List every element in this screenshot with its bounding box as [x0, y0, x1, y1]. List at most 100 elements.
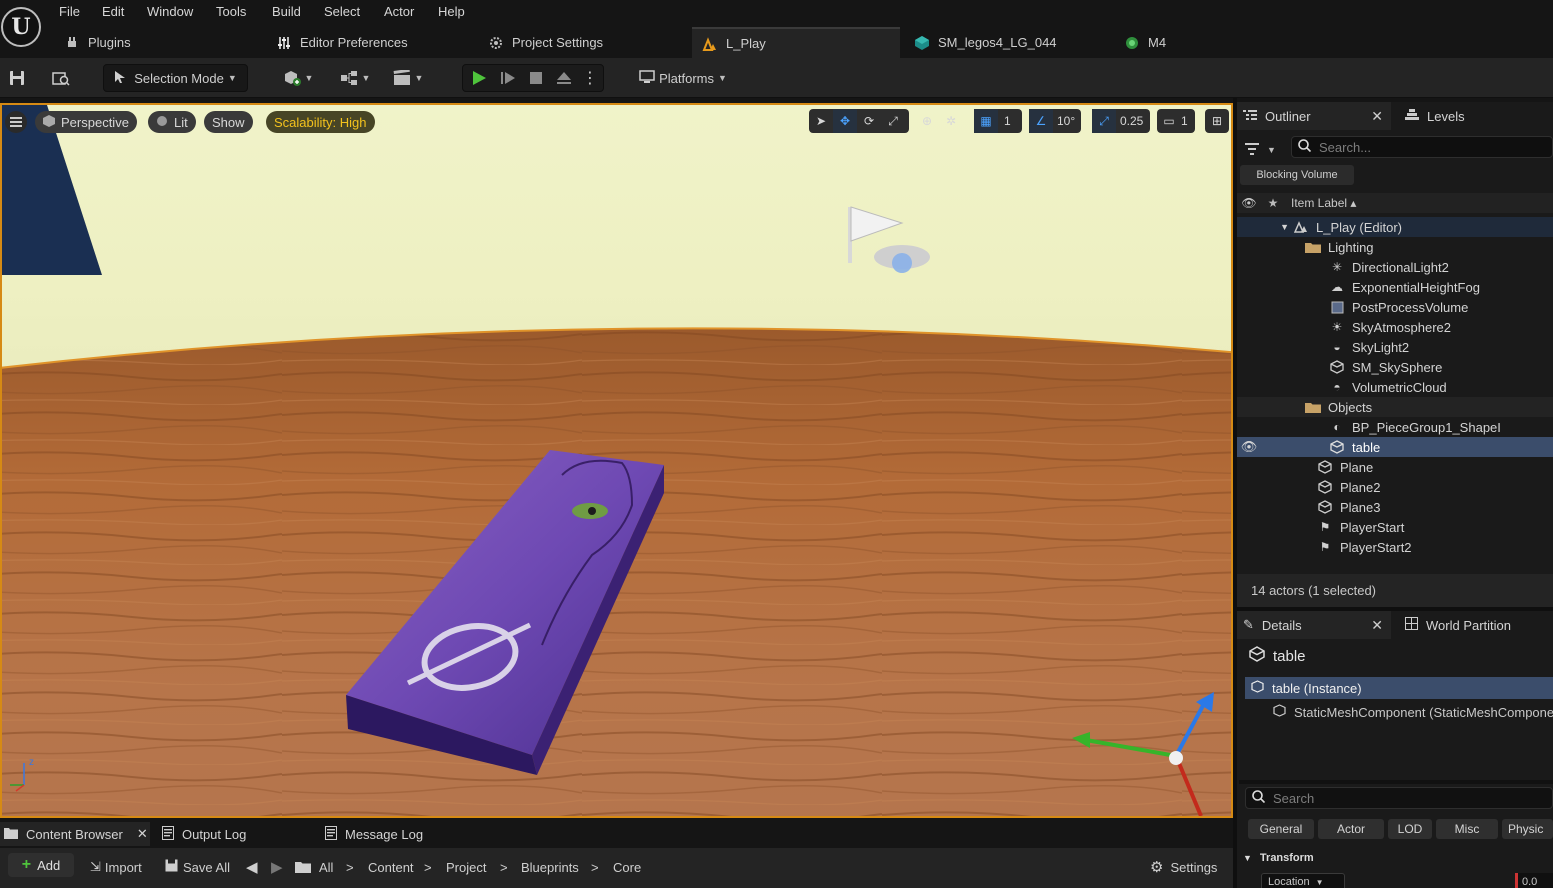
component-row-instance[interactable]: table (Instance) [1245, 677, 1553, 699]
filter-general[interactable]: General [1248, 819, 1314, 839]
menu-select[interactable]: Select [324, 4, 360, 19]
breadcrumb-blueprints[interactable]: Blueprints [521, 856, 579, 878]
menu-edit[interactable]: Edit [102, 4, 124, 19]
menu-build[interactable]: Build [272, 4, 301, 19]
tab-world-partition[interactable]: World Partition [1399, 611, 1553, 639]
outliner-search-input[interactable]: Search... [1291, 136, 1553, 158]
tab-details[interactable]: ✎ Details ✕ [1237, 611, 1391, 639]
save-all-button[interactable]: Save All [165, 856, 230, 878]
tab-sm-legos4[interactable]: SM_legos4_LG_044 [904, 27, 1112, 58]
pinned-column-icon[interactable]: ★ [1261, 196, 1285, 210]
actor-name[interactable]: table [1273, 648, 1306, 665]
translate-tool-icon[interactable]: ✥ [833, 109, 857, 133]
transform-section-header[interactable]: ▼ Transform [1237, 848, 1553, 868]
splitter[interactable] [1239, 780, 1553, 784]
unreal-logo-icon[interactable]: U [0, 4, 42, 50]
tab-content-browser[interactable]: Content Browser ✕ [0, 822, 150, 846]
more-options-icon[interactable]: ⋮ [578, 68, 602, 88]
tab-outliner[interactable]: Outliner ✕ [1237, 102, 1391, 130]
add-actor-button[interactable]: ▼ [278, 64, 318, 92]
tab-m4[interactable]: M4 [1114, 27, 1234, 58]
tree-row-lighting[interactable]: ▼ Lighting [1237, 237, 1553, 257]
filter-dropdown[interactable]: ▼ [1245, 139, 1285, 161]
visibility-column-icon[interactable]: 👁 [1237, 196, 1261, 210]
panel-splitter[interactable] [1233, 98, 1237, 888]
close-icon[interactable]: ✕ [1371, 108, 1383, 125]
close-icon[interactable]: ✕ [1371, 617, 1383, 634]
folder-icon[interactable] [295, 856, 311, 878]
tab-l-play[interactable]: L_Play [692, 27, 900, 58]
tree-row-skylight2[interactable]: ◒ SkyLight2 [1237, 337, 1553, 357]
breadcrumb-project[interactable]: Project [446, 856, 486, 878]
menu-file[interactable]: File [59, 4, 80, 19]
play-icon[interactable] [464, 70, 494, 86]
viewport-menu-icon[interactable] [5, 111, 27, 133]
level-viewport[interactable]: Perspective Lit Show Scalability: High ➤… [0, 103, 1233, 818]
tree-row-skyatmosphere2[interactable]: ☀ SkyAtmosphere2 [1237, 317, 1553, 337]
eye-icon[interactable]: 👁 [1237, 439, 1261, 455]
breadcrumb-core[interactable]: Core [613, 856, 641, 878]
tab-message-log[interactable]: Message Log [325, 822, 423, 846]
tree-row-volumetriccloud[interactable]: ◓ VolumetricCloud [1237, 377, 1553, 397]
blueprint-menu-button[interactable]: ▼ [335, 64, 375, 92]
surface-snap-icon[interactable]: ✲ [939, 109, 963, 133]
breadcrumb-all[interactable]: All [319, 856, 333, 878]
show-button[interactable]: Show [204, 111, 253, 133]
rotation-snap-toggle[interactable]: ∠ 10° [1029, 109, 1081, 133]
tab-editor-preferences[interactable]: Editor Preferences [266, 27, 476, 58]
cinematics-button[interactable]: ▼ [388, 64, 428, 92]
add-button[interactable]: + Add [8, 853, 74, 877]
tree-row-l-play[interactable]: ▼ L_Play (Editor) [1237, 217, 1553, 237]
tree-row-playerstart2[interactable]: ⚑ PlayerStart2 [1237, 537, 1553, 557]
camera-speed-button[interactable]: ▭ 1 [1157, 109, 1195, 133]
world-coords-icon[interactable]: ⊕ [915, 109, 939, 133]
table-mesh[interactable] [332, 445, 682, 785]
perspective-button[interactable]: Perspective [35, 111, 137, 133]
tab-plugins[interactable]: Plugins [54, 27, 254, 58]
details-search-input[interactable]: Search [1245, 787, 1553, 809]
rotate-tool-icon[interactable]: ⟳ [857, 109, 881, 133]
tree-row-playerstart[interactable]: ⚑ PlayerStart [1237, 517, 1553, 537]
tab-project-settings[interactable]: Project Settings [478, 27, 690, 58]
history-forward-icon[interactable]: ▶ [271, 856, 283, 878]
selection-mode-dropdown[interactable]: Selection Mode ▼ [103, 64, 248, 92]
menu-tools[interactable]: Tools [216, 4, 246, 19]
blocking-volume-filter-chip[interactable]: Blocking Volume [1240, 165, 1354, 185]
menu-help[interactable]: Help [438, 4, 465, 19]
tree-row-table[interactable]: 👁 table [1237, 437, 1553, 457]
select-tool-icon[interactable]: ➤ [809, 109, 833, 133]
stop-icon[interactable] [522, 71, 550, 85]
import-button[interactable]: ⇲ Import [90, 856, 142, 878]
save-icon[interactable] [6, 64, 28, 92]
lit-button[interactable]: Lit [148, 111, 196, 133]
tree-row-plane3[interactable]: Plane3 [1237, 497, 1553, 517]
history-back-icon[interactable]: ◀ [246, 856, 258, 878]
scalability-button[interactable]: Scalability: High [266, 111, 375, 133]
tree-row-plane[interactable]: Plane [1237, 457, 1553, 477]
tree-row-exponentialheightfog[interactable]: ☁ ExponentialHeightFog [1237, 277, 1553, 297]
player-start-gizmo[interactable] [842, 203, 938, 275]
tree-row-postprocessvolume[interactable]: PostProcessVolume [1237, 297, 1553, 317]
menu-actor[interactable]: Actor [384, 4, 414, 19]
platforms-dropdown[interactable]: Platforms ▼ [633, 64, 733, 92]
scale-tool-icon[interactable]: ⤢ [881, 109, 905, 133]
advance-frame-icon[interactable] [494, 70, 522, 86]
browse-icon[interactable] [50, 64, 72, 92]
breadcrumb-content[interactable]: Content [368, 856, 414, 878]
eject-icon[interactable] [550, 70, 578, 86]
tree-row-directionallight2[interactable]: ✳ DirectionalLight2 [1237, 257, 1553, 277]
filter-actor[interactable]: Actor [1318, 819, 1384, 839]
grid-snap-toggle[interactable]: ▦ 1 [974, 109, 1022, 133]
tree-row-bp-piecegroup[interactable]: ◐ BP_PieceGroup1_ShapeI [1237, 417, 1553, 437]
filter-misc[interactable]: Misc [1436, 819, 1498, 839]
menu-window[interactable]: Window [147, 4, 193, 19]
collapse-arrow-icon[interactable]: ▼ [1237, 222, 1293, 232]
location-dropdown[interactable]: Location ▼ [1261, 873, 1345, 888]
tree-row-objects[interactable]: ▼ Objects [1237, 397, 1553, 417]
component-row-staticmesh[interactable]: StaticMeshComponent (StaticMeshCompone [1273, 702, 1553, 722]
scale-snap-toggle[interactable]: ⤢ 0.25 [1092, 109, 1150, 133]
location-x-field[interactable]: 0.0 [1515, 873, 1553, 888]
tree-row-sm-skysphere[interactable]: SM_SkySphere [1237, 357, 1553, 377]
tree-row-plane2[interactable]: Plane2 [1237, 477, 1553, 497]
tab-levels[interactable]: Levels [1399, 102, 1549, 130]
